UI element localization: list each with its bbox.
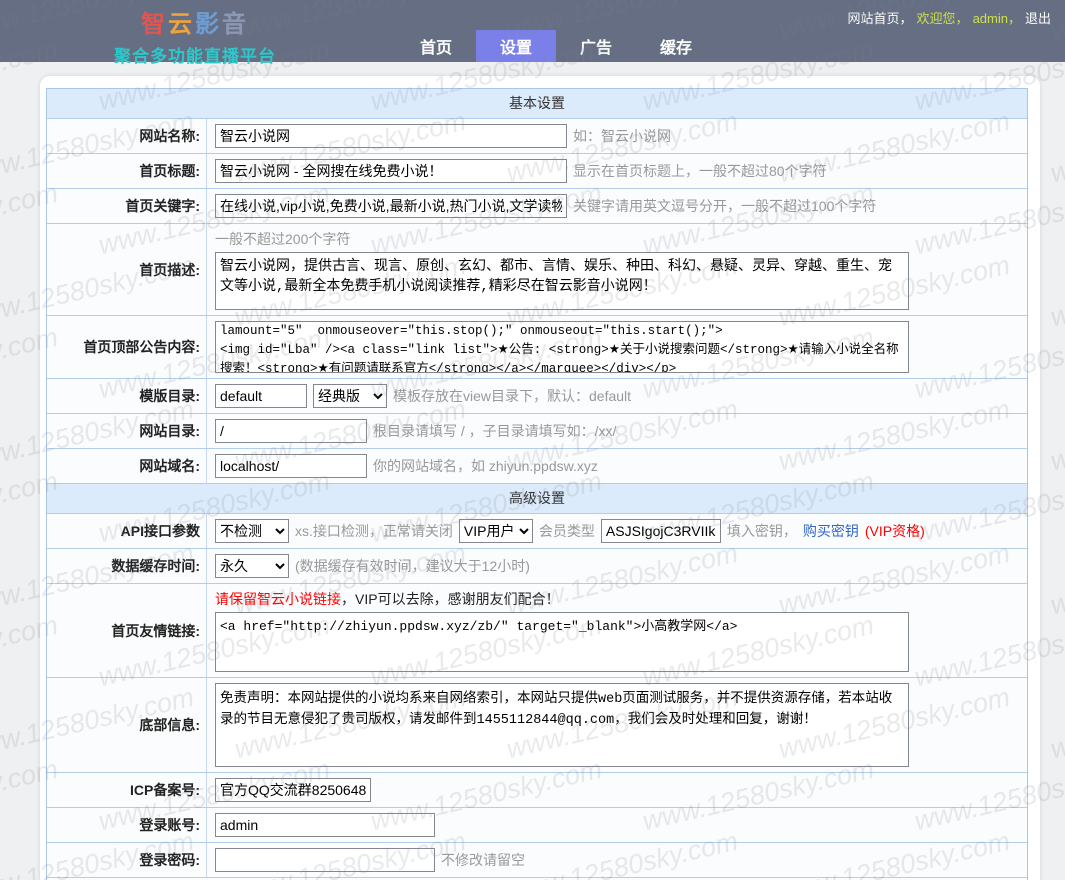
logo-char: 影: [195, 11, 222, 38]
row-friend-link: 首页友情链接: 请保留智云小说链接，VIP可以去除，感谢朋友们配合！ <a hr…: [47, 584, 1027, 678]
site-dir-label: 网站目录:: [47, 414, 207, 448]
friend-link-label: 首页友情链接:: [47, 584, 207, 677]
home-title-hint: 显示在首页标题上，一般不超过80个字符: [573, 161, 827, 181]
user-bar: 网站首页， 欢迎您， admin， 退出: [844, 8, 1051, 27]
top-header: 智云影音 聚合多功能直播平台 首页设置广告缓存 网站首页，欢迎您，admin，退…: [0, 0, 1065, 62]
row-icp: ICP备案号:: [47, 773, 1027, 808]
user-bar-link[interactable]: 退出: [1025, 11, 1051, 26]
cache-time-hint: (数据缓存有效时间，建议大于12小时): [295, 556, 530, 576]
site-dir-hint: 根目录请填写 / ，子目录请填写如：/xx/: [373, 421, 616, 441]
row-home-keywords: 首页关键字: 关键字请用英文逗号分开，一般不超过100个字符: [47, 189, 1027, 224]
site-name-hint: 如：智云小说网: [573, 126, 671, 146]
api-key-hint: 填入密钥，: [727, 521, 797, 541]
buy-key-link[interactable]: 购买密钥: [803, 521, 859, 541]
site-domain-input[interactable]: [215, 454, 367, 478]
top-notice-label: 首页顶部公告内容:: [47, 316, 207, 378]
row-home-desc: 首页描述: 一般不超过200个字符 智云小说网，提供古言、现言、原创、玄幻、都市…: [47, 224, 1027, 316]
member-type-select[interactable]: VIP用户: [459, 519, 533, 543]
logo: 智云影音 聚合多功能直播平台: [100, 4, 290, 67]
row-top-notice: 首页顶部公告内容: lamount="5" onmouseover="this.…: [47, 316, 1027, 379]
api-check-select[interactable]: 不检测: [215, 519, 289, 543]
template-dir-hint: 模板存放在view目录下，默认：default: [393, 386, 631, 406]
icp-label: ICP备案号:: [47, 773, 207, 807]
row-template-dir: 模版目录: 经典版 模板存放在view目录下，默认：default: [47, 379, 1027, 414]
logo-char: 音: [222, 11, 249, 38]
cache-time-label: 数据缓存时间:: [47, 549, 207, 583]
watermark-text: www.12580sky.com: [1048, 682, 1065, 765]
row-site-name: 网站名称: 如：智云小说网: [47, 119, 1027, 154]
template-style-select[interactable]: 经典版: [313, 384, 387, 408]
logo-title: 智云影音: [100, 4, 290, 39]
logo-subtitle: 聚合多功能直播平台: [100, 42, 290, 67]
vip-note: (VIP资格): [865, 521, 925, 541]
api-key-input[interactable]: [601, 519, 721, 543]
friend-link-note-rest: ，VIP可以去除，感谢朋友们配合！: [341, 591, 560, 607]
home-keywords-hint: 关键字请用英文逗号分开，一般不超过100个字符: [573, 196, 876, 216]
main-nav: 首页设置广告缓存: [396, 30, 716, 62]
cache-time-select[interactable]: 永久: [215, 554, 289, 578]
home-desc-hint: 一般不超过200个字符: [215, 229, 350, 249]
watermark-text: www.12580sky.com: [1048, 106, 1065, 189]
api-check-hint: xs.接口检测，正常请关闭: [295, 521, 453, 541]
home-desc-textarea[interactable]: 智云小说网，提供古言、现言、原创、玄幻、都市、言情、娱乐、种田、科幻、悬疑、灵异…: [215, 252, 909, 310]
row-site-domain: 网站域名: 你的网站域名，如 zhiyun.ppdsw.xyz: [47, 449, 1027, 484]
row-cache-time: 数据缓存时间: 永久 (数据缓存有效时间，建议大于12小时): [47, 549, 1027, 584]
api-params-label: API接口参数: [47, 514, 207, 548]
login-pass-input[interactable]: [215, 848, 435, 872]
row-home-title: 首页标题: 显示在首页标题上，一般不超过80个字符: [47, 154, 1027, 189]
watermark-text: www.12580sky.com: [1048, 394, 1065, 477]
home-title-label: 首页标题:: [47, 154, 207, 188]
friend-link-note-red: 请保留智云小说链接: [215, 591, 341, 607]
section-basic-settings: 基本设置: [47, 89, 1027, 119]
row-footer-info: 底部信息: 免责声明：本网站提供的小说均系来自网络索引，本网站只提供web页面测…: [47, 678, 1027, 773]
watermark-text: www.12580sky.com: [1048, 250, 1065, 333]
settings-form: 基本设置 网站名称: 如：智云小说网 首页标题: 显示在首页标题上，一般不超过8…: [46, 88, 1028, 880]
nav-tab-item[interactable]: 广告: [556, 30, 636, 62]
nav-tab-active[interactable]: 设置: [476, 30, 556, 62]
row-login-user: 登录账号:: [47, 808, 1027, 843]
settings-panel: 基本设置 网站名称: 如：智云小说网 首页标题: 显示在首页标题上，一般不超过8…: [40, 76, 1040, 880]
login-user-input[interactable]: [215, 813, 435, 837]
friend-link-textarea[interactable]: <a href="http://zhiyun.ppdsw.xyz/zb/" ta…: [215, 612, 909, 672]
site-domain-label: 网站域名:: [47, 449, 207, 483]
nav-tab-item[interactable]: 缓存: [636, 30, 716, 62]
home-title-input[interactable]: [215, 159, 567, 183]
user-bar-link[interactable]: 网站首页，: [848, 11, 913, 26]
section-advanced-settings: 高级设置: [47, 484, 1027, 514]
watermark-text: www.12580sky.com: [1048, 826, 1065, 880]
row-site-dir: 网站目录: 根目录请填写 / ，子目录请填写如：/xx/: [47, 414, 1027, 449]
home-keywords-label: 首页关键字:: [47, 189, 207, 223]
home-desc-label: 首页描述:: [47, 224, 207, 315]
user-bar-link[interactable]: 欢迎您，: [917, 11, 969, 26]
template-dir-label: 模版目录:: [47, 379, 207, 413]
site-domain-hint: 你的网站域名，如 zhiyun.ppdsw.xyz: [373, 456, 598, 476]
site-name-label: 网站名称:: [47, 119, 207, 153]
template-dir-input[interactable]: [215, 384, 307, 408]
row-api-params: API接口参数 不检测 xs.接口检测，正常请关闭 VIP用户 会员类型 填入密…: [47, 514, 1027, 549]
site-name-input[interactable]: [215, 124, 567, 148]
member-type-hint: 会员类型: [539, 521, 595, 541]
home-keywords-input[interactable]: [215, 194, 567, 218]
login-pass-label: 登录密码:: [47, 843, 207, 877]
icp-input[interactable]: [215, 778, 371, 802]
friend-link-note: 请保留智云小说链接，VIP可以去除，感谢朋友们配合！: [215, 589, 560, 609]
row-login-pass: 登录密码: 不修改请留空: [47, 843, 1027, 878]
user-bar-link[interactable]: admin，: [973, 11, 1021, 26]
site-dir-input[interactable]: [215, 419, 367, 443]
logo-char: 云: [168, 11, 195, 38]
nav-tab-item[interactable]: 首页: [396, 30, 476, 62]
login-pass-hint: 不修改请留空: [441, 850, 525, 870]
footer-info-label: 底部信息:: [47, 678, 207, 772]
watermark-text: www.12580sky.com: [1048, 538, 1065, 621]
top-notice-textarea[interactable]: lamount="5" onmouseover="this.stop();" o…: [215, 321, 909, 373]
logo-char: 智: [141, 11, 168, 38]
login-user-label: 登录账号:: [47, 808, 207, 842]
footer-info-textarea[interactable]: 免责声明：本网站提供的小说均系来自网络索引，本网站只提供web页面测试服务，并不…: [215, 683, 909, 767]
